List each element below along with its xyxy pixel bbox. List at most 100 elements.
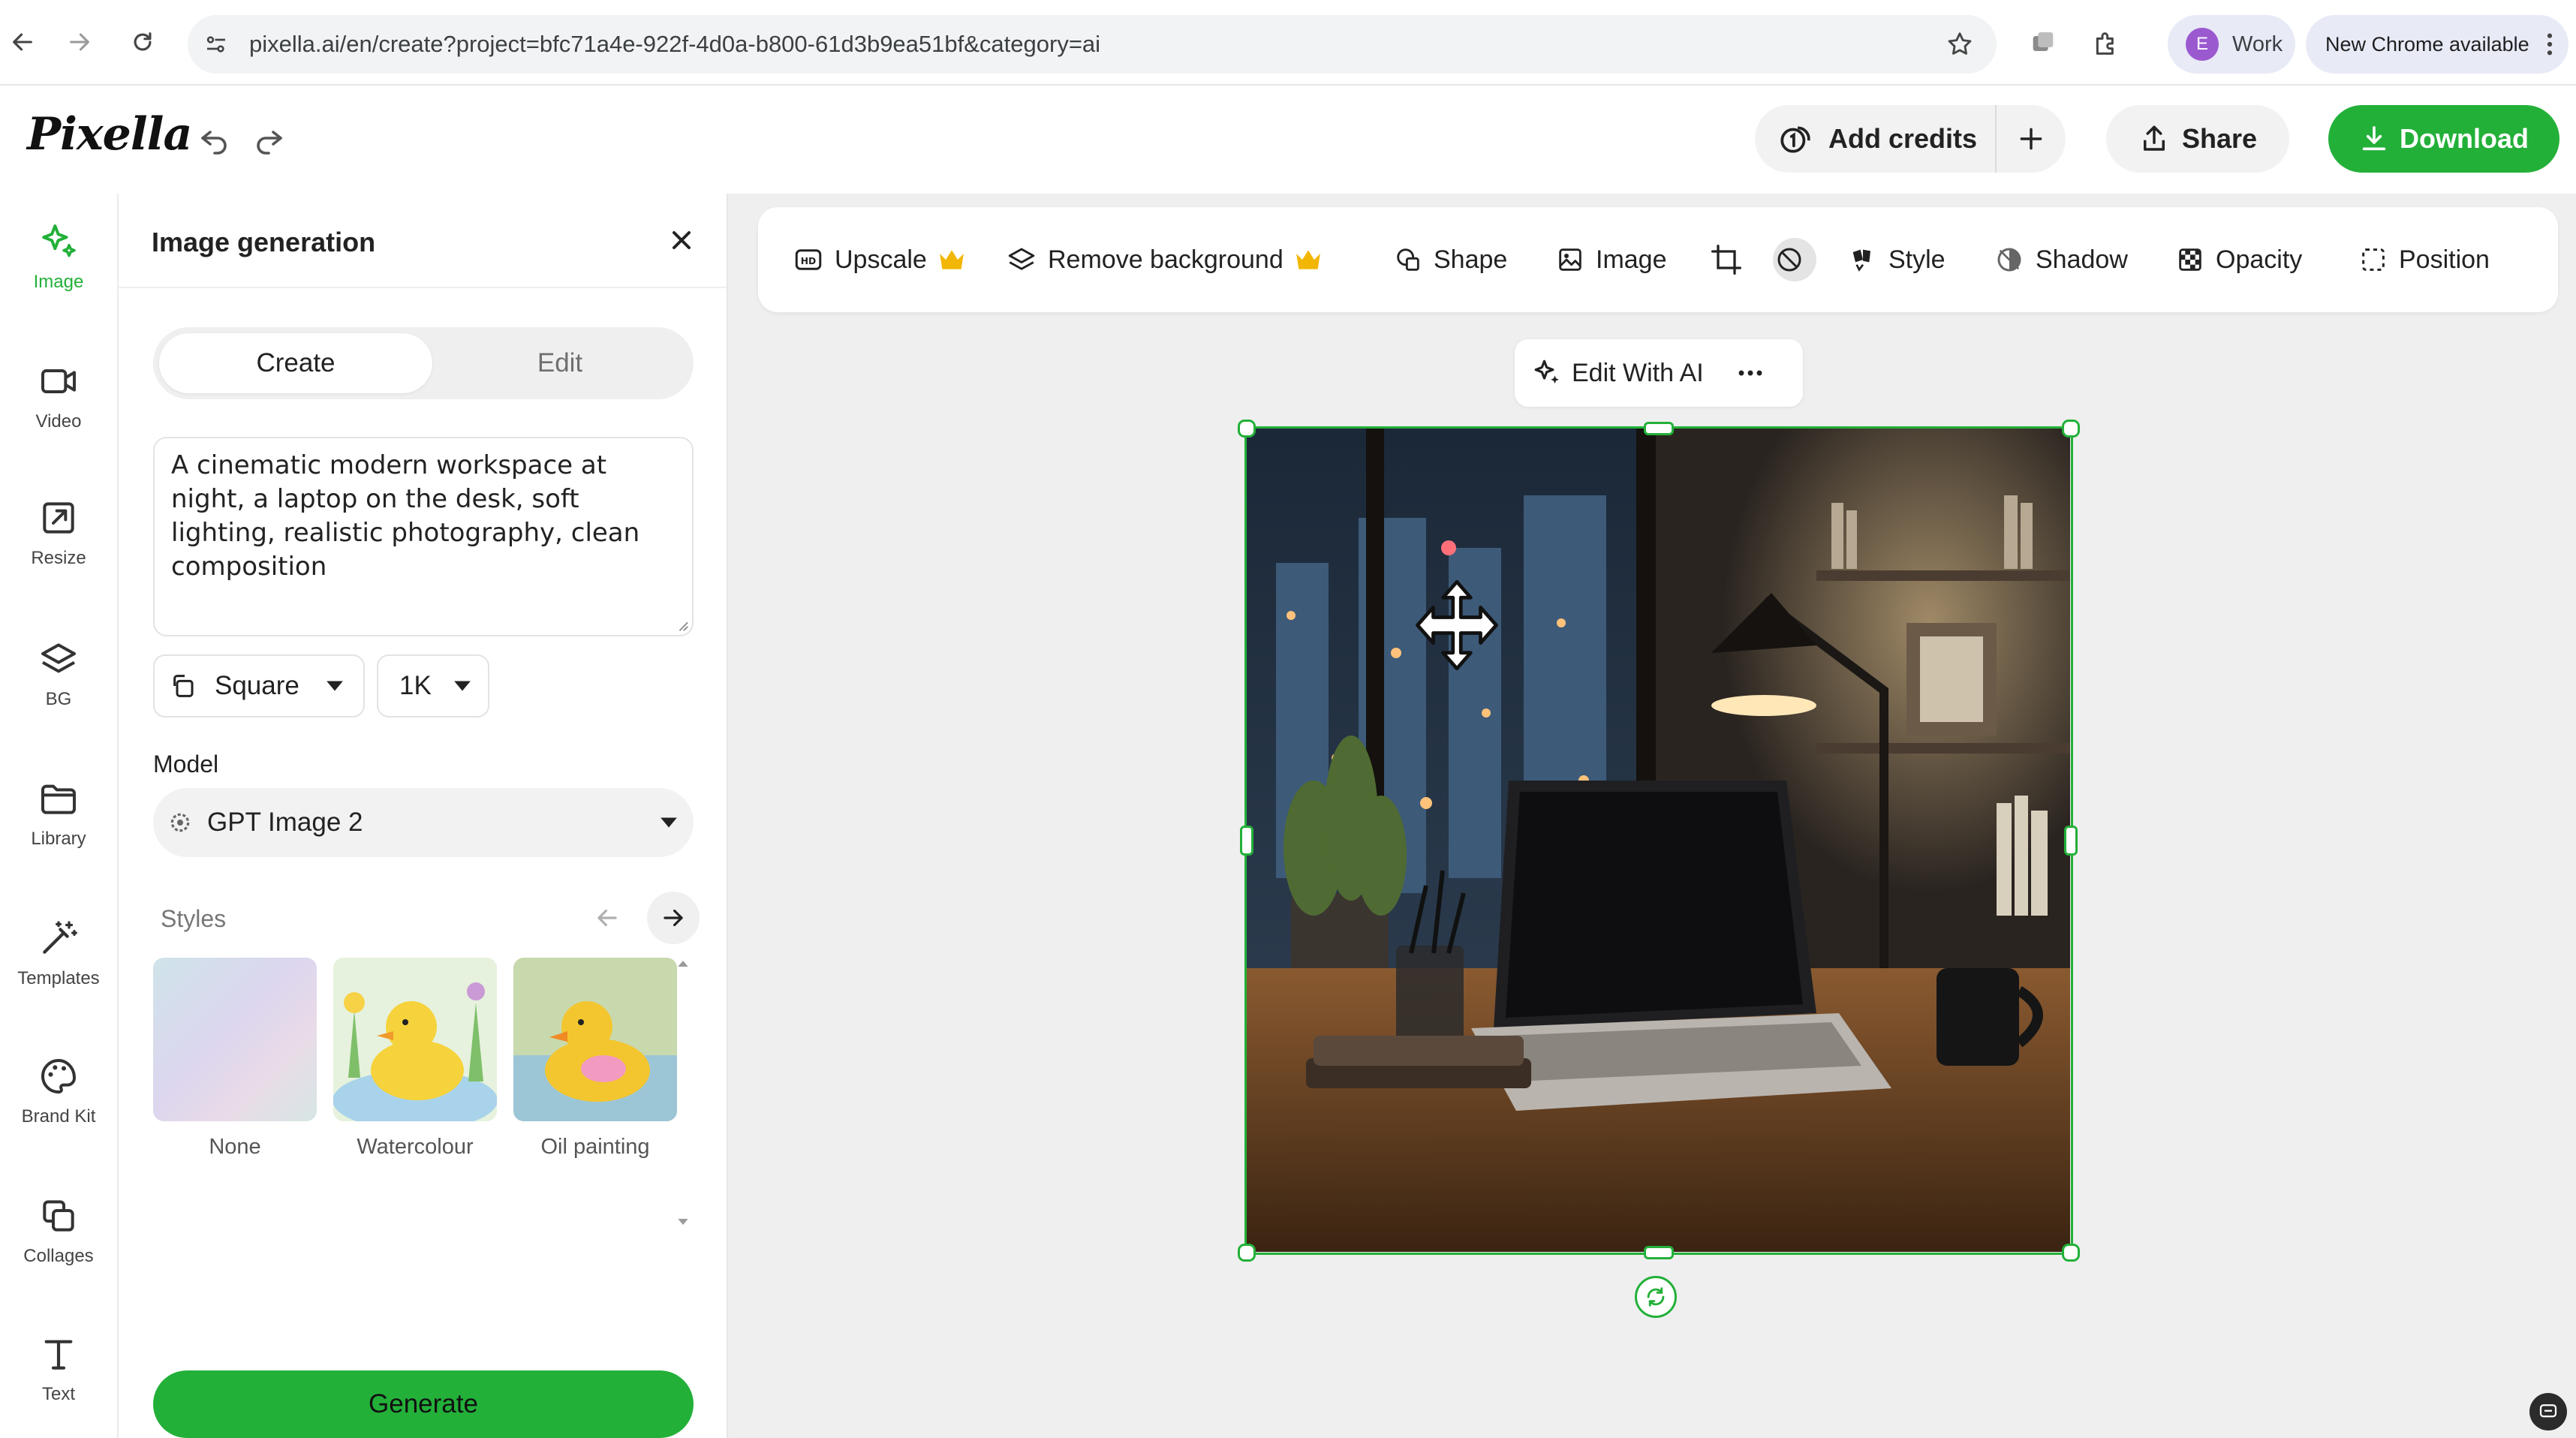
model-select[interactable]: GPT Image 2	[153, 788, 694, 857]
chevron-down-icon	[661, 817, 677, 828]
rail-item-brand-kit[interactable]: Brand Kit	[0, 1036, 117, 1148]
logo[interactable]: Pixella	[27, 108, 192, 161]
crop-button[interactable]	[1710, 207, 1753, 312]
coins-icon	[1780, 126, 1810, 153]
opacity-button[interactable]: Opacity	[2175, 207, 2302, 312]
resize-handle-right[interactable]	[2064, 826, 2078, 856]
edit-with-ai-bar: Edit With AI	[1515, 339, 1803, 407]
rail-item-bg[interactable]: BG	[0, 618, 117, 731]
shadow-label: Shadow	[2036, 245, 2128, 274]
chevron-down-icon	[327, 681, 343, 691]
image-icon	[1559, 248, 1581, 271]
download-icon	[2362, 126, 2386, 151]
shadow-icon	[1997, 248, 2021, 272]
style-oil-painting-thumb[interactable]	[513, 958, 677, 1121]
resize-handle-top-left[interactable]	[1238, 420, 1256, 438]
rail-label-brand-kit: Brand Kit	[21, 1106, 96, 1127]
flip-icon-wrap	[1773, 238, 1816, 281]
flip-button[interactable]	[1773, 207, 1816, 312]
rail-item-templates[interactable]: Templates	[0, 898, 117, 1010]
image-toolbar: HD Upscale Remove background Shape Image…	[758, 207, 2558, 312]
profile-button[interactable]: E Work	[2168, 15, 2295, 74]
sparkle-icon	[1534, 360, 1559, 384]
back-arrow-icon	[13, 33, 32, 51]
download-label: Download	[2400, 123, 2529, 154]
style-watercolour-thumb[interactable]	[333, 958, 497, 1121]
resolution-select[interactable]: 1K	[377, 654, 489, 717]
resize-handle-bottom[interactable]	[1644, 1246, 1674, 1259]
url-text[interactable]: pixella.ai/en/create?project=bfc71a4e-92…	[249, 15, 1100, 74]
more-horizontal-icon[interactable]	[1737, 369, 1764, 377]
address-bar[interactable]: pixella.ai/en/create?project=bfc71a4e-92…	[188, 15, 1997, 74]
remove-background-button[interactable]: Remove background	[1006, 207, 1333, 312]
prompt-text: A cinematic modern workspace at night, a…	[171, 450, 640, 582]
opacity-label: Opacity	[2216, 245, 2303, 274]
share-button[interactable]: Share	[2106, 105, 2289, 173]
rail-label-collages: Collages	[23, 1246, 94, 1266]
shape-icon	[1397, 248, 1419, 271]
aspect-ratio-select[interactable]: Square	[153, 654, 365, 717]
resize-handle-top-right[interactable]	[2062, 420, 2080, 438]
tab-edit[interactable]: Edit	[432, 333, 688, 393]
rail-item-library[interactable]: Library	[0, 758, 117, 871]
scroll-down-icon[interactable]	[677, 1217, 689, 1226]
rotate-handle[interactable]	[1635, 1276, 1677, 1318]
resize-grip-icon[interactable]	[676, 618, 689, 632]
reload-button[interactable]	[117, 17, 168, 68]
hd-icon: HD	[795, 249, 822, 270]
resize-handle-left[interactable]	[1240, 826, 1253, 856]
forward-arrow-icon	[70, 33, 89, 51]
position-button[interactable]: Position	[2358, 207, 2490, 312]
model-heading: Model	[153, 751, 219, 778]
resize-handle-top[interactable]	[1644, 422, 1674, 435]
close-icon[interactable]	[667, 225, 697, 255]
prompt-textarea[interactable]: A cinematic modern workspace at night, a…	[153, 437, 694, 636]
forward-button[interactable]	[54, 17, 105, 68]
extension-icon[interactable]	[2028, 29, 2058, 59]
resize-handle-bottom-right[interactable]	[2062, 1244, 2080, 1262]
image-button[interactable]: Image	[1555, 207, 1667, 312]
crown-icon	[1296, 250, 1320, 269]
upscale-button[interactable]: HD Upscale	[793, 207, 977, 312]
rail-item-image[interactable]: Image	[0, 201, 117, 314]
extensions-puzzle-icon[interactable]	[2091, 29, 2121, 59]
style-button[interactable]: Style	[1848, 207, 1946, 312]
crop-icon	[1711, 245, 1741, 275]
rail-item-resize[interactable]: Resize	[0, 477, 117, 590]
resolution-value: 1K	[399, 671, 432, 700]
site-settings-icon[interactable]	[203, 31, 230, 58]
plus-button[interactable]	[1997, 105, 2066, 173]
avatar: E	[2186, 28, 2219, 61]
more-vertical-icon[interactable]	[2546, 32, 2553, 57]
scroll-up-icon[interactable]	[677, 959, 689, 968]
model-value: GPT Image 2	[207, 808, 363, 837]
bookmark-star-icon[interactable]	[1946, 30, 1974, 59]
rail-item-text[interactable]: Text	[0, 1313, 117, 1426]
image-label: Image	[1596, 245, 1667, 274]
shadow-button[interactable]: Shadow	[1994, 207, 2128, 312]
rail-item-video[interactable]: Video	[0, 341, 117, 453]
rail-label-image: Image	[33, 272, 84, 292]
aspect-ratio-icon	[173, 675, 194, 697]
generate-button[interactable]: Generate	[153, 1370, 694, 1438]
tab-create[interactable]: Create	[159, 333, 432, 393]
redo-icon[interactable]	[251, 122, 287, 158]
styles-next-button[interactable]	[647, 892, 700, 944]
add-credits-button[interactable]: Add credits	[1755, 105, 1995, 173]
download-button[interactable]: Download	[2328, 105, 2559, 173]
chrome-update-button[interactable]: New Chrome available	[2306, 15, 2568, 74]
crown-icon	[940, 250, 964, 269]
rotate-icon	[1647, 1287, 1665, 1307]
help-widget-button[interactable]	[2529, 1393, 2567, 1430]
styles-prev-icon[interactable]	[593, 904, 621, 932]
undo-icon[interactable]	[197, 122, 233, 158]
image-generation-panel: Image generation Create Edit A cinematic…	[119, 194, 728, 1438]
resize-handle-bottom-left[interactable]	[1238, 1244, 1256, 1262]
edit-with-ai-button[interactable]: Edit With AI	[1531, 357, 1704, 389]
back-button[interactable]	[0, 17, 48, 68]
style-none-thumb[interactable]	[153, 958, 317, 1121]
rail-item-collages[interactable]: Collages	[0, 1175, 117, 1288]
rail-label-text: Text	[41, 1384, 75, 1404]
shape-button[interactable]: Shape	[1393, 207, 1507, 312]
reload-icon	[134, 32, 152, 51]
